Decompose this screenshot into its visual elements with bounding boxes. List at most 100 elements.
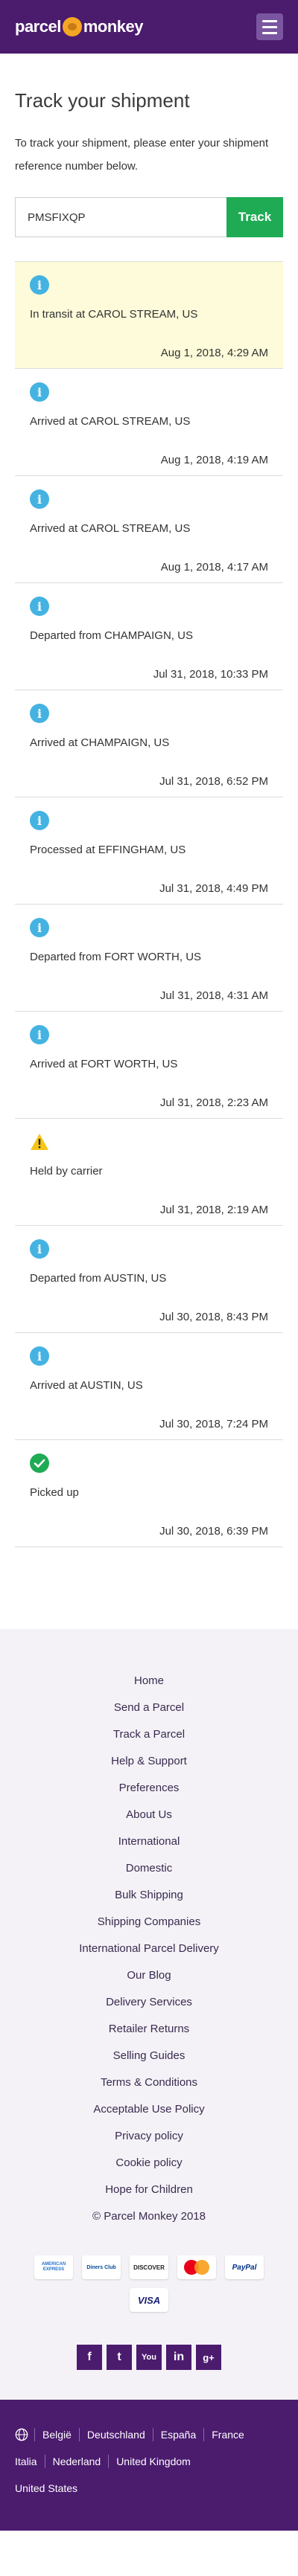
language-link[interactable]: Nederland	[44, 2455, 109, 2468]
footer-link[interactable]: Acceptable Use Policy	[15, 2096, 283, 2123]
footer-link[interactable]: Our Blog	[15, 1962, 283, 1989]
tracking-event: Picked up Jul 30, 2018, 6:39 PM	[15, 1440, 283, 1547]
tracking-event: i Arrived at CHAMPAIGN, US Jul 31, 2018, 6…	[15, 690, 283, 797]
info-icon: i	[30, 1239, 49, 1259]
footer-link[interactable]: Shipping Companies	[15, 1909, 283, 1936]
language-selector: België Deutschland España France Italia Nede…	[0, 2400, 298, 2531]
language-link[interactable]: Deutschland	[78, 2428, 153, 2441]
tracking-event: i Arrived at CAROL STREAM, US Aug 1, 2018,…	[15, 369, 283, 476]
event-timestamp: Aug 1, 2018, 4:17 AM	[160, 561, 268, 574]
info-icon: i	[30, 597, 49, 616]
globe-icon	[15, 2428, 28, 2441]
info-icon: i	[30, 489, 49, 509]
info-icon: i	[30, 811, 49, 830]
footer-link[interactable]: Hope for Children	[15, 2177, 283, 2203]
event-timestamp: Aug 1, 2018, 4:29 AM	[160, 347, 268, 359]
logo-text-monkey: monkey	[83, 17, 144, 36]
footer-link[interactable]: Terms & Conditions	[15, 2069, 283, 2096]
tracking-event: i Departed from CHAMPAIGN, US Jul 31, 2018…	[15, 583, 283, 690]
linkedin-icon[interactable]: in	[166, 2345, 191, 2370]
tracking-event: i Departed from AUSTIN, US Jul 30, 2018, 8…	[15, 1226, 283, 1333]
event-timestamp: Aug 1, 2018, 4:19 AM	[160, 454, 268, 466]
event-status: Departed from AUSTIN, US	[30, 1272, 167, 1285]
site-header: parcel monkey	[0, 0, 298, 54]
footer-link[interactable]: Home	[15, 1668, 283, 1695]
footer-link[interactable]: Privacy policy	[15, 2123, 283, 2150]
tracking-event: i Arrived at FORT WORTH, US Jul 31, 2018, …	[15, 1012, 283, 1119]
info-icon: i	[30, 275, 49, 295]
event-status: Arrived at CAROL STREAM, US	[30, 522, 191, 535]
twitter-icon[interactable]: t	[107, 2345, 132, 2370]
event-status: Picked up	[30, 1486, 79, 1499]
tracking-event: i Departed from FORT WORTH, US Jul 31, 201…	[15, 905, 283, 1012]
hamburger-icon	[262, 19, 277, 22]
track-button[interactable]: Track	[226, 197, 283, 237]
footer-link[interactable]: International	[15, 1828, 283, 1855]
footer-nav: Home Send a Parcel Track a Parcel Help & Su…	[15, 1668, 283, 2203]
footer-link[interactable]: Track a Parcel	[15, 1721, 283, 1748]
language-link[interactable]: United States	[15, 2482, 85, 2495]
event-status: Processed at EFFINGHAM, US	[30, 844, 186, 856]
footer-link[interactable]: Bulk Shipping	[15, 1882, 283, 1909]
reference-input[interactable]	[15, 197, 226, 237]
footer-link[interactable]: Selling Guides	[15, 2043, 283, 2069]
event-timestamp: Jul 31, 2018, 4:49 PM	[159, 882, 268, 895]
footer-link[interactable]: Cookie policy	[15, 2150, 283, 2177]
event-timestamp: Jul 31, 2018, 2:23 AM	[159, 1096, 268, 1109]
event-timestamp: Jul 31, 2018, 10:33 PM	[153, 668, 268, 681]
payment-methods: AMERICAN EXPRESS Diners Club DISCOVER Pa…	[22, 2255, 276, 2312]
event-timestamp: Jul 31, 2018, 4:31 AM	[159, 989, 268, 1002]
event-timestamp: Jul 31, 2018, 2:19 AM	[159, 1204, 268, 1216]
tracking-form: Track	[15, 197, 283, 237]
tracking-event: i Arrived at AUSTIN, US Jul 30, 2018, 7:24…	[15, 1333, 283, 1440]
footer-link[interactable]: Help & Support	[15, 1748, 283, 1775]
event-status: In transit at CAROL STREAM, US	[30, 308, 198, 321]
footer-link[interactable]: Delivery Services	[15, 1989, 283, 2016]
footer-link[interactable]: Domestic	[15, 1855, 283, 1882]
social-links: f t You in g+	[15, 2345, 283, 2370]
check-icon	[30, 1454, 49, 1473]
event-timestamp: Jul 30, 2018, 8:43 PM	[159, 1311, 268, 1323]
tracking-main: Track your shipment To track your shipme…	[0, 54, 298, 237]
facebook-icon[interactable]: f	[77, 2345, 102, 2370]
copyright: © Parcel Monkey 2018	[92, 2210, 206, 2223]
language-row: Italia Nederland United Kingdom	[15, 2455, 283, 2468]
intro-text: To track your shipment, please enter you…	[15, 137, 269, 173]
logo-text-parcel: parcel	[15, 17, 61, 36]
tracking-event: i Processed at EFFINGHAM, US Jul 31, 2018,…	[15, 797, 283, 905]
language-link[interactable]: España	[152, 2428, 203, 2441]
monkey-face-icon	[62, 17, 82, 36]
discover-icon: DISCOVER	[130, 2255, 168, 2279]
parcel-monkey-logo[interactable]: parcel monkey	[15, 17, 143, 36]
event-timestamp: Jul 30, 2018, 7:24 PM	[159, 1418, 268, 1430]
event-status: Arrived at CAROL STREAM, US	[30, 415, 191, 428]
tracking-event: Held by carrier Jul 31, 2018, 2:19 AM	[15, 1119, 283, 1226]
info-icon: i	[30, 1025, 49, 1044]
event-status: Departed from CHAMPAIGN, US	[30, 629, 193, 642]
info-icon: i	[30, 918, 49, 937]
language-link[interactable]: België	[34, 2428, 79, 2441]
google-plus-icon[interactable]: g+	[196, 2345, 221, 2370]
amex-icon: AMERICAN EXPRESS	[34, 2255, 73, 2279]
youtube-icon[interactable]: You	[136, 2345, 162, 2370]
tracking-event: i In transit at CAROL STREAM, US Aug 1, 20…	[15, 262, 283, 369]
site-footer: Home Send a Parcel Track a Parcel Help & Su…	[0, 1629, 298, 2400]
event-status: Arrived at CHAMPAIGN, US	[30, 736, 170, 749]
footer-link[interactable]: Send a Parcel	[15, 1695, 283, 1721]
event-status: Held by carrier	[30, 1165, 103, 1178]
footer-link[interactable]: About Us	[15, 1802, 283, 1828]
hamburger-menu-button[interactable]	[256, 13, 283, 40]
tracking-events-list: i In transit at CAROL STREAM, US Aug 1, 20…	[15, 261, 283, 1547]
language-link[interactable]: United Kingdom	[108, 2455, 198, 2468]
footer-link[interactable]: Retailer Returns	[15, 2016, 283, 2043]
visa-icon: VISA	[130, 2288, 168, 2312]
event-status: Departed from FORT WORTH, US	[30, 951, 202, 963]
info-icon: i	[30, 1346, 49, 1366]
language-link[interactable]: France	[203, 2428, 252, 2441]
info-icon: i	[30, 704, 49, 723]
info-icon: i	[30, 382, 49, 402]
footer-link[interactable]: Preferences	[15, 1775, 283, 1802]
language-link[interactable]: Italia	[15, 2455, 45, 2468]
footer-link[interactable]: International Parcel Delivery	[15, 1936, 283, 1962]
language-row: België Deutschland España France	[15, 2428, 283, 2441]
